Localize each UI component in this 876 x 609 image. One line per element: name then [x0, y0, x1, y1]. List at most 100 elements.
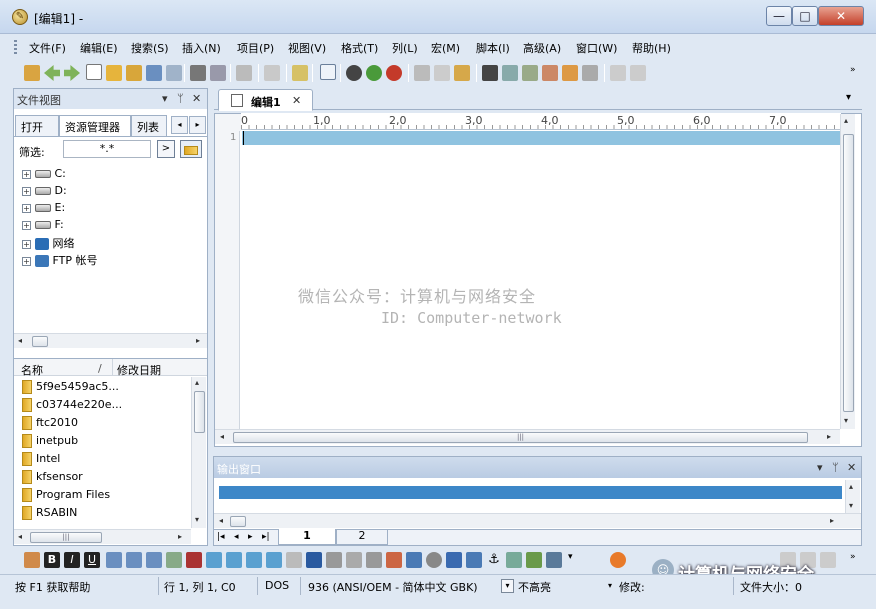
scroll-up-icon[interactable]: ▴	[849, 482, 853, 491]
tree-item-f[interactable]: + F:	[22, 218, 64, 234]
file-row[interactable]: inetpub	[22, 434, 78, 452]
file-row[interactable]: kfsensor	[22, 470, 83, 488]
tab-close-icon[interactable]: ✕	[292, 94, 301, 107]
file-list-hscrollbar[interactable]: ◂ ||| ▸	[14, 529, 191, 544]
tile-window-icon[interactable]	[630, 65, 646, 81]
forward-arrow-icon[interactable]	[64, 65, 80, 81]
file-row[interactable]: ftc2010	[22, 416, 78, 434]
print-preview-icon[interactable]	[210, 65, 226, 81]
new-file-icon[interactable]	[86, 64, 102, 80]
output-selected-line[interactable]	[219, 486, 842, 499]
tree-item-d[interactable]: + D:	[22, 184, 67, 200]
maximize-button[interactable]: □	[792, 6, 818, 26]
editor-hscroll-thumb[interactable]: |||	[233, 432, 808, 443]
password-field-icon[interactable]	[366, 552, 382, 568]
tab-open[interactable]: 打开	[15, 115, 59, 136]
italic-icon[interactable]: I	[64, 552, 80, 568]
heading1-icon[interactable]	[106, 552, 122, 568]
find-next-icon[interactable]	[502, 65, 518, 81]
editor-vscroll-thumb[interactable]	[843, 134, 854, 412]
image-icon[interactable]	[386, 552, 402, 568]
save-icon[interactable]	[146, 65, 162, 81]
tab-explorer[interactable]: 资源管理器	[59, 115, 131, 137]
expand-icon[interactable]: +	[22, 203, 31, 213]
tab-scroll-left-icon[interactable]: ◂	[171, 116, 188, 134]
menu-file[interactable]: 文件(F)	[29, 40, 66, 56]
ascii-table-icon[interactable]	[24, 552, 40, 568]
grid-icon[interactable]	[546, 552, 562, 568]
menu-script[interactable]: 脚本(I)	[476, 40, 510, 56]
find-icon[interactable]	[482, 65, 498, 81]
file-row[interactable]: Program Files	[22, 488, 110, 506]
expand-icon[interactable]: +	[22, 256, 31, 266]
status-encoding[interactable]: 936 (ANSI/OEM - 简体中文 GBK)	[308, 579, 478, 595]
link-icon[interactable]	[506, 552, 522, 568]
file-row[interactable]: Intel	[22, 452, 60, 470]
expand-icon[interactable]: +	[22, 220, 31, 230]
tree-hscroll-thumb[interactable]	[32, 336, 48, 347]
menu-macro[interactable]: 宏(M)	[431, 40, 460, 56]
word-wrap-icon[interactable]	[320, 64, 336, 80]
list-box-icon[interactable]	[466, 552, 482, 568]
align-left-icon[interactable]	[206, 552, 222, 568]
panel-close-icon[interactable]: ✕	[847, 461, 856, 474]
toolbar-overflow-icon[interactable]: »	[850, 65, 866, 81]
tab-edit1[interactable]: 编辑1 ✕	[218, 89, 313, 111]
tab-list-dropdown-icon[interactable]: ▾	[846, 92, 851, 103]
prev-tab-icon[interactable]: ◂	[234, 532, 239, 542]
editor-vscrollbar[interactable]: ▴ ▾	[840, 114, 855, 429]
menu-help[interactable]: 帮助(H)	[632, 40, 671, 56]
replace-in-files-icon[interactable]	[562, 65, 578, 81]
circle-back-icon[interactable]	[346, 65, 362, 81]
scroll-left-icon[interactable]: ◂	[18, 532, 22, 541]
output-hscroll-thumb[interactable]	[230, 516, 246, 527]
text-field-icon[interactable]	[326, 552, 342, 568]
save-all-icon[interactable]	[166, 65, 182, 81]
paragraph-icon[interactable]	[166, 552, 182, 568]
copy-icon[interactable]	[434, 65, 450, 81]
browser-preview-icon[interactable]	[610, 552, 626, 568]
file-row[interactable]: 5f9e5459ac5...	[22, 380, 119, 398]
scroll-right-icon[interactable]: ▸	[830, 516, 834, 525]
pin-icon[interactable]: ᛘ	[832, 461, 839, 474]
print-icon[interactable]	[190, 65, 206, 81]
scroll-up-icon[interactable]: ▴	[195, 378, 199, 387]
radio-icon[interactable]	[426, 552, 442, 568]
scroll-right-icon[interactable]: ▸	[178, 532, 182, 541]
back-arrow-icon[interactable]	[44, 65, 60, 81]
editor-area[interactable]	[214, 113, 862, 447]
editor-hscrollbar[interactable]: ◂ ||| ▸	[215, 429, 840, 444]
close-button[interactable]: ✕	[818, 6, 864, 26]
column-name-header[interactable]: 名称	[21, 362, 43, 378]
open-recent-icon[interactable]	[126, 65, 142, 81]
menu-project[interactable]: 项目(P)	[237, 40, 274, 56]
column-modified-header[interactable]: 修改日期	[117, 362, 161, 378]
find-in-files-icon[interactable]	[542, 65, 558, 81]
scroll-right-icon[interactable]: ▸	[196, 336, 200, 345]
scroll-right-icon[interactable]: ▸	[827, 432, 831, 441]
tree-item-c[interactable]: + C:	[22, 167, 66, 183]
open-folder-icon[interactable]	[106, 65, 122, 81]
open-folder-button[interactable]	[180, 140, 202, 158]
tree-hscrollbar[interactable]: ◂ ▸	[14, 333, 207, 348]
file-row[interactable]: c03744e220e...	[22, 398, 122, 416]
menu-edit[interactable]: 编辑(E)	[80, 40, 118, 56]
underline-icon[interactable]: U	[84, 552, 100, 568]
bold-icon[interactable]: B	[44, 552, 60, 568]
properties-icon[interactable]	[236, 65, 252, 81]
scroll-down-icon[interactable]: ▾	[195, 515, 199, 524]
status-position[interactable]: 行 1, 列 1, C0	[164, 579, 236, 595]
tab-list[interactable]: 列表	[131, 115, 167, 136]
insert-object-icon[interactable]	[526, 552, 542, 568]
tab-scroll-right-icon[interactable]: ▸	[189, 116, 206, 134]
button-icon[interactable]	[446, 552, 462, 568]
tree-item-network[interactable]: + 网络	[22, 235, 75, 251]
highlight-dropdown-icon[interactable]: ▾	[501, 579, 514, 593]
new-project-icon[interactable]	[24, 65, 40, 81]
scroll-left-icon[interactable]: ◂	[220, 432, 224, 441]
text-area-icon[interactable]	[346, 552, 362, 568]
toolbar-overflow-icon[interactable]: »	[850, 552, 866, 568]
panel-dropdown-icon[interactable]: ▾	[817, 461, 823, 474]
checkbox-icon[interactable]	[406, 552, 422, 568]
split-view-icon[interactable]	[820, 552, 836, 568]
